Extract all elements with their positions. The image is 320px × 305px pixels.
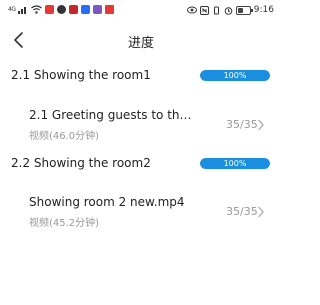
chapter-title: 2.2 Showing the room2 [11, 156, 151, 170]
chevron-right-icon [258, 206, 264, 218]
lesson-title: Showing room 2 new.mp4 [29, 195, 185, 209]
lesson-count: 35/35 [226, 205, 258, 218]
signal-label: 4G [8, 6, 16, 13]
app-notification-icon [57, 5, 67, 14]
progress-label: 100% [223, 159, 247, 168]
status-bar: 4G 9:16 [0, 0, 282, 20]
lesson-item[interactable]: Showing room 2 new.mp4 视频(45.2分钟) 35/35 [0, 190, 282, 242]
lesson-item[interactable]: 2.1 Greeting guests to their rooms 视频(46… [0, 103, 282, 155]
status-time: 9:16 [253, 5, 274, 15]
status-bar-right: 9:16 [186, 5, 274, 15]
alarm-icon [224, 6, 233, 15]
eye-icon [186, 6, 197, 14]
title-bar: 进度 [0, 24, 282, 58]
lesson-duration: 视频(45.2分钟) [29, 218, 100, 229]
status-bar-left: 4G [8, 5, 115, 14]
nfc-icon [199, 5, 209, 15]
chevron-right-icon [258, 119, 264, 131]
progress-label: 100% [223, 71, 247, 80]
page-title: 进度 [127, 36, 154, 51]
app-notification-icon [69, 5, 79, 14]
wifi-icon [31, 5, 43, 14]
lesson-count: 35/35 [226, 118, 258, 131]
chapter-progress-bar: 100% [200, 70, 270, 81]
chapter-progress-bar: 100% [200, 158, 270, 169]
vibrate-icon [213, 6, 219, 14]
app-notification-icon [81, 5, 91, 14]
signal-icon [18, 7, 27, 14]
battery-icon [235, 5, 253, 15]
lesson-title: 2.1 Greeting guests to their rooms [29, 108, 194, 122]
chapter-title: 2.1 Showing the room1 [11, 68, 151, 82]
lesson-duration: 视频(46.0分钟) [29, 131, 100, 142]
chapter-row[interactable]: 2.1 Showing the room1 100% [0, 62, 282, 90]
app-notification-icon [45, 5, 55, 14]
app-notification-icon [93, 5, 103, 14]
app-notification-icon [105, 5, 115, 14]
chapter-row[interactable]: 2.2 Showing the room2 100% [0, 150, 282, 178]
